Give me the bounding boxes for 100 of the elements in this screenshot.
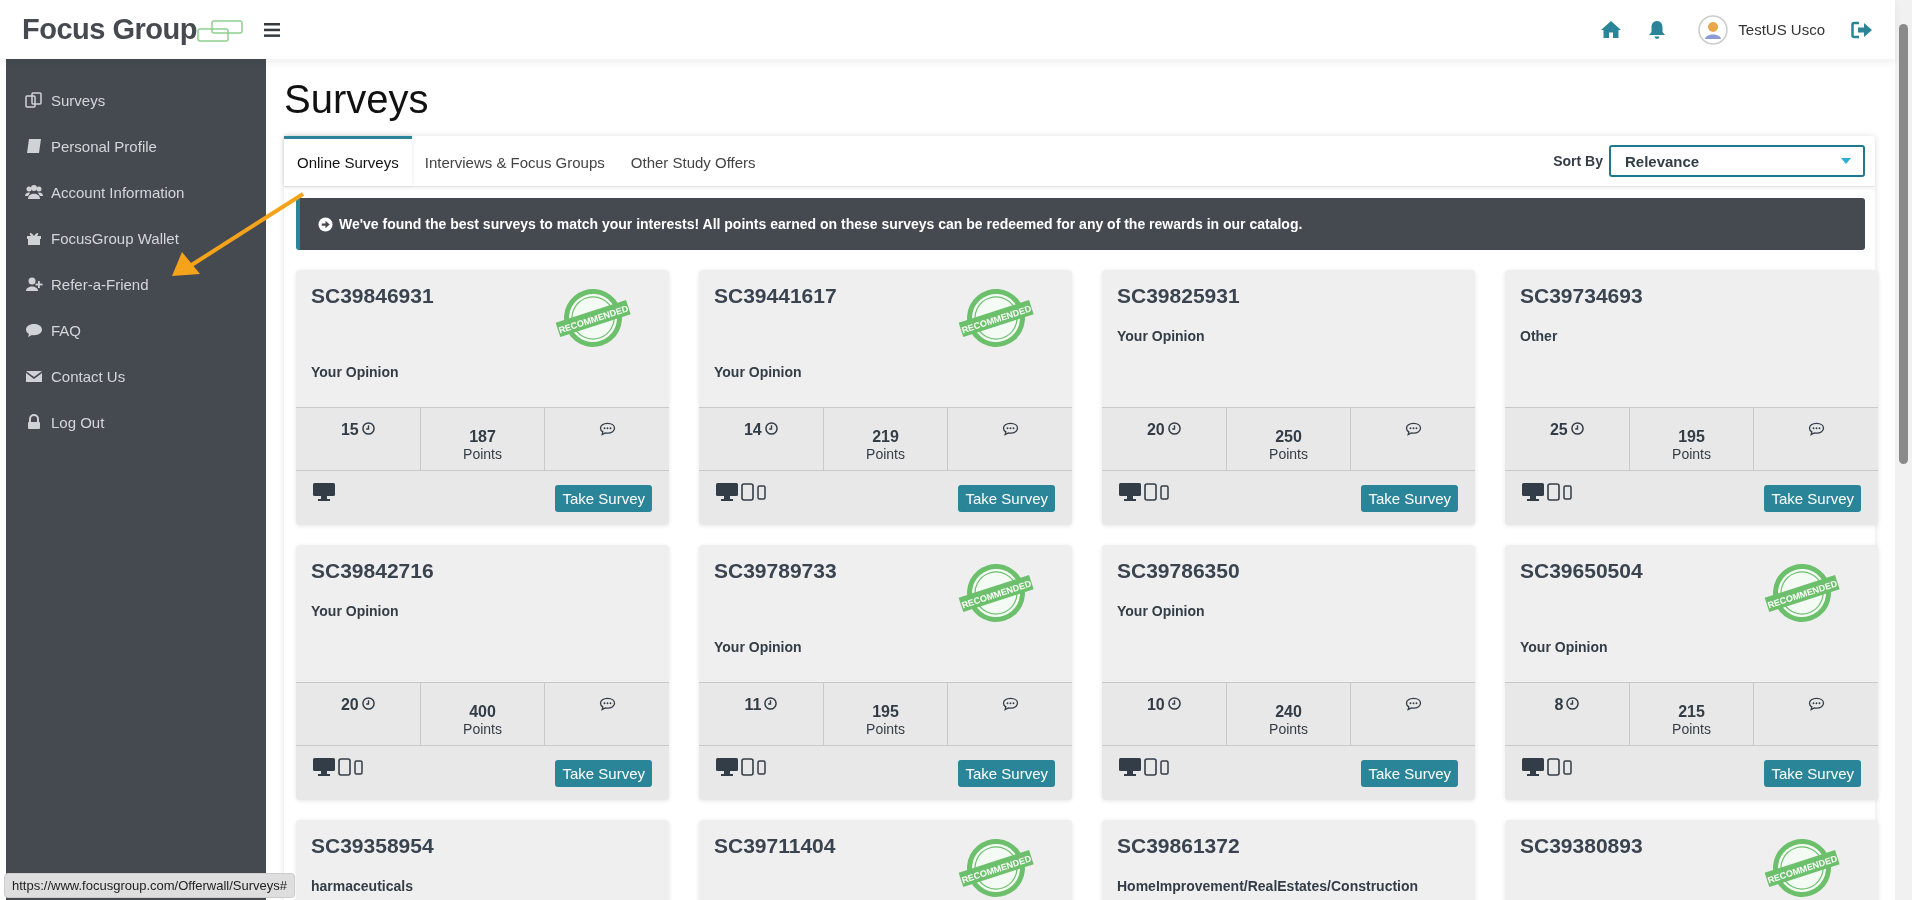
survey-id: SC39846931 [311, 284, 435, 308]
survey-id: SC39380893 [1520, 834, 1644, 858]
survey-id: SC39358954 [311, 834, 435, 858]
arrow-circle-icon [318, 216, 333, 232]
duration-minutes: 15 [340, 422, 359, 438]
desktop-icon [313, 758, 335, 776]
logo-icon [196, 20, 243, 42]
sidebar-item[interactable]: FAQ [6, 307, 266, 353]
phone-icon [1160, 484, 1169, 500]
desktop-icon [1522, 758, 1544, 776]
duration-minutes: 8 [1554, 697, 1564, 713]
scrollbar[interactable] [1895, 0, 1912, 900]
sort-label: Sort By [1553, 153, 1603, 169]
duration-minutes: 20 [1146, 422, 1165, 438]
page-title: Surveys [284, 77, 430, 122]
points-value: 195 [1678, 428, 1705, 445]
tab[interactable]: Interviews & Focus Groups [411, 136, 618, 186]
sidebar-item-icon [25, 276, 43, 292]
survey-category: Your Opinion [714, 639, 803, 655]
clock-icon [361, 422, 375, 435]
menu-icon[interactable] [264, 22, 280, 37]
logo-text[interactable]: Focus Group [22, 13, 197, 46]
survey-category: Your Opinion [1117, 328, 1206, 344]
clock-icon [1566, 697, 1580, 710]
clock-icon [1167, 422, 1181, 435]
tab[interactable]: Other Study Offers [617, 136, 769, 186]
caret-icon [1841, 158, 1851, 164]
sidebar-item-icon [25, 230, 43, 246]
desktop-icon [1522, 483, 1544, 501]
sidebar-item[interactable]: Surveys [6, 77, 266, 123]
sidebar-item-icon [25, 368, 43, 384]
clock-icon [764, 422, 778, 435]
tablet-icon [1547, 483, 1560, 501]
sidebar-item-icon [25, 92, 43, 108]
tablet-icon [1144, 758, 1157, 776]
take-survey-button[interactable]: Take Survey [958, 760, 1055, 787]
sidebar-item[interactable]: Refer-a-Friend [6, 261, 266, 307]
sidebar-item[interactable]: Personal Profile [6, 123, 266, 169]
survey-category: Your Opinion [311, 364, 400, 380]
points-value: 400 [469, 703, 496, 720]
take-survey-button[interactable]: Take Survey [1764, 760, 1861, 787]
take-survey-button[interactable]: Take Survey [1764, 485, 1861, 512]
desktop-icon [1119, 758, 1141, 776]
survey-category: Your Opinion [714, 364, 803, 380]
survey-category: Your Opinion [311, 603, 400, 619]
avatar-icon[interactable] [1698, 14, 1729, 45]
sidebar-item-icon [25, 322, 43, 338]
desktop-icon [313, 483, 335, 501]
points-label: Points [1672, 445, 1711, 462]
sidebar-item[interactable]: Account Information [6, 169, 266, 215]
sort-dropdown[interactable]: Relevance [1609, 145, 1865, 177]
tab[interactable]: Online Surveys [284, 136, 412, 186]
points-label: Points [463, 720, 502, 737]
take-survey-button[interactable]: Take Survey [1361, 760, 1458, 787]
survey-id: SC39861372 [1117, 834, 1241, 858]
points-value: 187 [469, 428, 496, 445]
logout-icon[interactable] [1851, 20, 1873, 39]
clock-icon [764, 697, 778, 710]
points-value: 250 [1275, 428, 1302, 445]
points-label: Points [866, 445, 905, 462]
sidebar-item-icon [25, 184, 43, 200]
survey-category: Your Opinion [1117, 603, 1206, 619]
survey-id: SC39650504 [1520, 559, 1644, 583]
sidebar-item-icon [25, 414, 43, 430]
survey-id: SC39842716 [311, 559, 435, 583]
phone-icon [354, 759, 363, 775]
survey-category: Your Opinion [1520, 639, 1609, 655]
phone-icon [1160, 759, 1169, 775]
sidebar-item[interactable]: Log Out [6, 399, 266, 445]
tablet-icon [1547, 758, 1560, 776]
banner-text: We've found the best surveys to match your interests! All points earned on these surveys can be redeemed for any of the rewards in our catalog. [339, 216, 1303, 232]
take-survey-button[interactable]: Take Survey [1361, 485, 1458, 512]
bell-icon[interactable] [1648, 19, 1667, 40]
take-survey-button[interactable]: Take Survey [555, 760, 652, 787]
desktop-icon [716, 483, 738, 501]
points-label: Points [1672, 720, 1711, 737]
sidebar-item[interactable]: FocusGroup Wallet [6, 215, 266, 261]
user-name[interactable]: TestUS Usco [1738, 21, 1825, 38]
duration-minutes: 11 [744, 697, 762, 713]
survey-id: SC39711404 [714, 834, 837, 858]
points-label: Points [1269, 445, 1308, 462]
survey-id: SC39786350 [1117, 559, 1241, 583]
points-value: 240 [1275, 703, 1302, 720]
phone-icon [757, 759, 766, 775]
home-icon[interactable] [1600, 20, 1623, 39]
duration-minutes: 20 [340, 697, 359, 713]
clock-icon [361, 697, 375, 710]
points-value: 195 [872, 703, 899, 720]
clock-icon [1570, 422, 1584, 435]
comment-icon [598, 422, 616, 436]
survey-id: SC39734693 [1520, 284, 1644, 308]
survey-id: SC39789733 [714, 559, 838, 583]
take-survey-button[interactable]: Take Survey [958, 485, 1055, 512]
survey-category: harmaceuticals [311, 878, 414, 894]
tablet-icon [741, 758, 754, 776]
take-survey-button[interactable]: Take Survey [555, 485, 652, 512]
survey-category: HomeImprovement/RealEstates/Construction [1117, 878, 1420, 894]
survey-id: SC39441617 [714, 284, 838, 308]
comment-icon [598, 697, 616, 711]
sidebar-item[interactable]: Contact Us [6, 353, 266, 399]
